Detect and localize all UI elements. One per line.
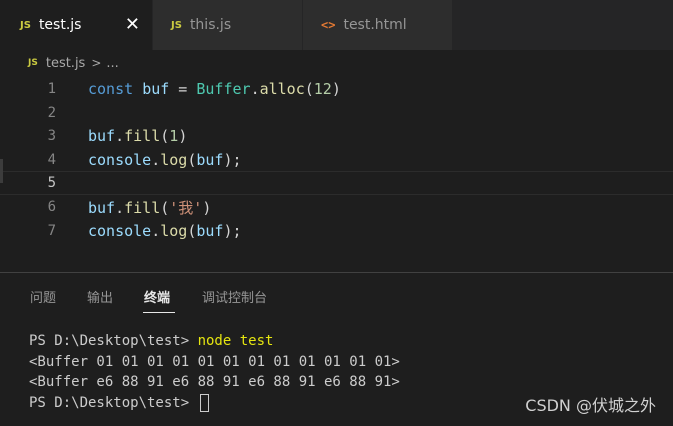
code-token: log: [160, 150, 188, 169]
tab-test-js[interactable]: JS test.js ✕: [0, 0, 153, 50]
javascript-file-icon: JS: [20, 19, 31, 31]
tab-label: test.js: [38, 17, 82, 33]
code-token: buf: [88, 127, 116, 146]
tab-problems[interactable]: 问题: [30, 287, 56, 306]
tab-label: this.js: [189, 17, 232, 33]
breadcrumb: JS test.js > ...: [0, 50, 673, 76]
tab-output[interactable]: 输出: [87, 287, 113, 306]
code-token: buf: [142, 80, 170, 98]
code-token: alloc: [259, 80, 305, 98]
terminal-prompt: PS D:\Desktop\test>: [29, 333, 198, 349]
terminal-output-line: <Buffer 01 01 01 01 01 01 01 01 01 01 01…: [29, 353, 400, 370]
code-token: ): [331, 80, 341, 98]
code-token: buf: [196, 150, 224, 169]
code-token: .: [151, 150, 161, 169]
code-token: const: [88, 80, 134, 98]
line-number: 6: [47, 199, 56, 215]
bottom-panel: 问题 输出 终端 调试控制台 PS D:\Desktop\test> node …: [0, 272, 673, 426]
code-token: '我': [169, 198, 203, 217]
code-token: console: [88, 150, 152, 169]
editor-tab-bar: JS test.js ✕ JS this.js <> test.html: [0, 0, 673, 50]
code-line[interactable]: 5: [0, 171, 673, 196]
breadcrumb-more[interactable]: ...: [106, 56, 118, 71]
chevron-right-icon: >: [91, 56, 102, 70]
line-number: 2: [47, 104, 56, 121]
line-number: 5: [47, 175, 56, 192]
close-icon[interactable]: ✕: [125, 16, 140, 34]
watermark: CSDN @伏城之外: [525, 396, 656, 415]
terminal-cursor: [199, 393, 209, 412]
tab-terminal[interactable]: 终端: [144, 287, 170, 306]
code-token: =: [169, 80, 197, 98]
tab-test-html[interactable]: <> test.html: [303, 0, 453, 50]
code-token: buf: [196, 221, 224, 240]
code-token: (: [304, 80, 314, 98]
html-file-icon: <>: [321, 18, 336, 32]
javascript-file-icon: JS: [171, 19, 182, 31]
line-number: 1: [47, 81, 56, 97]
line-number: 3: [47, 128, 56, 145]
breadcrumb-file[interactable]: test.js: [46, 56, 85, 71]
code-token: 1: [169, 127, 179, 146]
code-text: console.log(buf);: [88, 222, 242, 240]
terminal-output-line: <Buffer e6 88 91 e6 88 91 e6 88 91 e6 88…: [29, 374, 400, 390]
code-token: fill: [124, 198, 161, 217]
code-token: ): [178, 127, 188, 146]
code-token: .: [115, 198, 125, 217]
code-text: const buf = Buffer.alloc(12): [88, 80, 341, 98]
code-token: .: [151, 221, 161, 240]
code-token: ): [202, 198, 212, 217]
code-token: );: [223, 221, 242, 240]
code-token: fill: [124, 127, 161, 146]
code-line[interactable]: 6 buf.fill('我'): [0, 195, 673, 219]
code-line[interactable]: 7 console.log(buf);: [0, 219, 673, 243]
tab-label: test.html: [343, 17, 407, 33]
code-line[interactable]: 3 buf.fill(1): [0, 124, 673, 148]
line-number: 7: [47, 222, 56, 239]
code-line[interactable]: 2: [0, 101, 673, 125]
terminal-command: node test: [197, 333, 274, 349]
terminal-prompt: PS D:\Desktop\test>: [29, 394, 198, 411]
code-token: (: [160, 198, 170, 217]
code-text: buf.fill('我'): [88, 197, 211, 218]
code-token: log: [160, 221, 188, 240]
code-token: 12: [313, 80, 332, 98]
code-token: .: [115, 127, 125, 146]
javascript-file-icon: JS: [28, 58, 38, 68]
editor-gutter-indicator: [0, 159, 3, 183]
code-text: console.log(buf);: [88, 151, 242, 169]
code-token: .: [250, 80, 260, 98]
code-line[interactable]: 4 console.log(buf);: [0, 148, 673, 172]
line-number: 4: [47, 151, 56, 168]
terminal-output[interactable]: PS D:\Desktop\test> node test <Buffer 01…: [29, 331, 400, 413]
tab-this-js[interactable]: JS this.js: [153, 0, 303, 50]
code-line[interactable]: 1 const buf = Buffer.alloc(12): [0, 77, 673, 101]
code-token: console: [88, 221, 152, 240]
code-token: (: [160, 127, 170, 146]
code-token: buf: [88, 198, 116, 217]
active-tab-underline: [143, 312, 175, 313]
tab-debug-console[interactable]: 调试控制台: [202, 287, 267, 306]
code-editor[interactable]: 1 const buf = Buffer.alloc(12) 2 3 buf.fill(…: [0, 77, 673, 272]
code-text: buf.fill(1): [88, 127, 187, 145]
code-token: );: [223, 150, 242, 169]
code-token: Buffer: [196, 80, 251, 98]
